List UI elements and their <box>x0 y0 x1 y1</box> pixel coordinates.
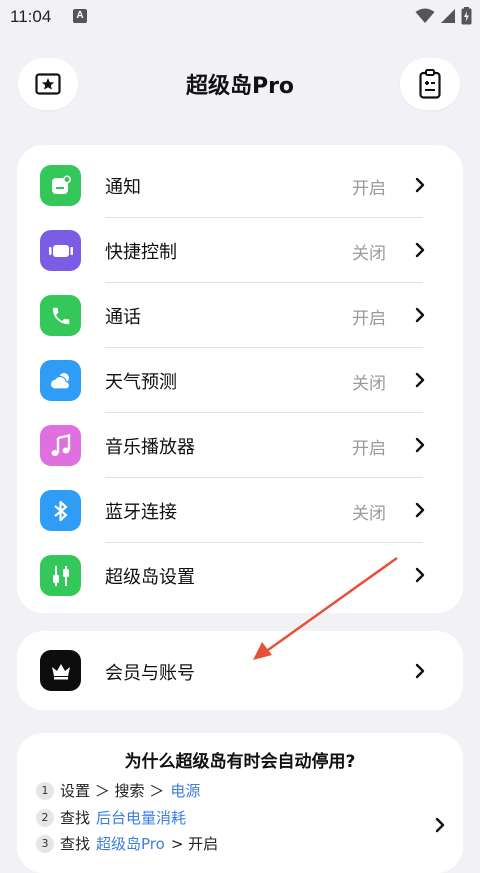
step-number: 3 <box>36 834 54 853</box>
feature-label: 音乐播放器 <box>105 437 195 458</box>
help-step: 1 设置 ＞ 搜索 ＞ 电源 <box>36 780 200 801</box>
feature-label: 天气预测 <box>105 372 177 393</box>
bluetooth-icon <box>40 490 81 531</box>
step-highlight: 电源 <box>170 782 201 800</box>
weather-icon <box>40 360 81 401</box>
step-highlight: 后台电量消耗 <box>96 809 187 827</box>
feature-status: 关闭 <box>352 504 386 524</box>
feature-row-notification[interactable]: 通知 开启 <box>17 153 463 218</box>
wifi-icon <box>415 8 435 23</box>
step-text: 查找 <box>60 835 91 853</box>
status-time: 11:04 <box>10 7 52 26</box>
step-suffix: > 开启 <box>170 835 219 853</box>
feature-label: 通知 <box>105 177 141 198</box>
app-header: 超级岛Pro <box>0 42 480 126</box>
notification-icon <box>40 165 81 206</box>
feature-status: 开启 <box>352 309 386 329</box>
feature-row-weather[interactable]: 天气预测 关闭 <box>17 348 463 413</box>
feature-row-bluetooth[interactable]: 蓝牙连接 关闭 <box>17 478 463 543</box>
phone-icon <box>40 295 81 336</box>
chevron-right-icon <box>415 663 425 679</box>
feature-label: 快捷控制 <box>105 242 177 263</box>
clipboard-icon <box>419 69 441 99</box>
feature-status: 开启 <box>352 179 386 199</box>
chevron-right-icon <box>415 177 425 193</box>
chevron-right-icon <box>415 242 425 258</box>
feature-row-island-settings[interactable]: 超级岛设置 <box>17 543 463 608</box>
system-icons <box>415 6 472 26</box>
membership-label: 会员与账号 <box>105 663 195 684</box>
feature-status: 关闭 <box>352 374 386 394</box>
help-card[interactable]: 为什么超级岛有时会自动停用? 1 设置 ＞ 搜索 ＞ 电源 2 查找 后台电量消… <box>17 733 463 873</box>
music-icon <box>40 425 81 466</box>
battery-icon <box>461 7 472 25</box>
step-highlight: 超级岛Pro <box>96 835 165 853</box>
help-step: 2 查找 后台电量消耗 <box>36 807 186 828</box>
crown-icon <box>40 650 81 691</box>
notification-app-icon: A <box>73 9 87 23</box>
membership-row[interactable]: 会员与账号 <box>17 631 463 710</box>
help-question: 为什么超级岛有时会自动停用? <box>124 752 356 772</box>
help-step: 3 查找 超级岛Pro > 开启 <box>36 833 218 854</box>
chevron-right-icon <box>435 817 445 833</box>
step-text: 查找 <box>60 809 91 827</box>
settings-sliders-icon <box>40 555 81 596</box>
chevron-right-icon <box>415 567 425 583</box>
feature-status: 关闭 <box>352 244 386 264</box>
feature-row-quick-control[interactable]: 快捷控制 关闭 <box>17 218 463 283</box>
step-number: 2 <box>36 808 54 827</box>
feature-label: 超级岛设置 <box>105 567 195 588</box>
chevron-right-icon <box>415 372 425 388</box>
feature-label: 通话 <box>105 307 141 328</box>
chevron-right-icon <box>415 307 425 323</box>
chevron-right-icon <box>415 437 425 453</box>
step-text: 设置 ＞ 搜索 ＞ <box>60 782 165 800</box>
feature-status: 开启 <box>352 439 386 459</box>
quick-control-icon <box>40 230 81 271</box>
feature-label: 蓝牙连接 <box>105 502 177 523</box>
features-card: 通知 开启 快捷控制 关闭 通话 开启 天气预测 关闭 音乐播放器 开启 蓝牙连… <box>17 145 463 613</box>
signal-icon <box>441 9 455 23</box>
chevron-right-icon <box>415 502 425 518</box>
feature-row-call[interactable]: 通话 开启 <box>17 283 463 348</box>
feature-row-music-player[interactable]: 音乐播放器 开启 <box>17 413 463 478</box>
clipboard-button[interactable] <box>400 58 460 110</box>
status-bar: 11:04 A <box>0 0 480 34</box>
step-number: 1 <box>36 781 54 800</box>
